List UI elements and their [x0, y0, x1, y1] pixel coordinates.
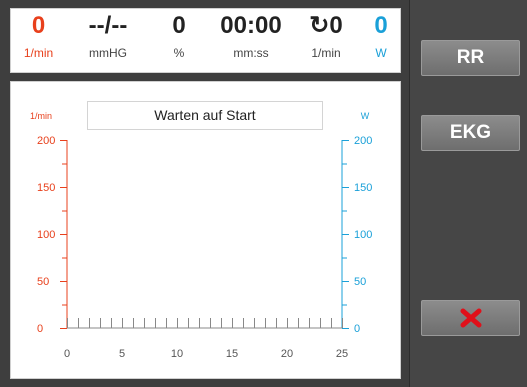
cadence-value: ↻0	[309, 12, 343, 39]
rr-button[interactable]: RR	[421, 40, 520, 76]
left-tick-label: 200	[37, 135, 55, 147]
cadence-stat: ↻0 1/min	[296, 9, 356, 74]
chart-svg: 1/min W 0 50 100 150 200 0 50 100 150 200 0 5 10 15 20…	[30, 111, 372, 360]
red-x-icon	[422, 301, 519, 335]
x-tick-label: 15	[226, 348, 238, 360]
percent-value: 0	[172, 12, 186, 39]
power-stat: 0 W	[363, 9, 399, 74]
percent-stat: 0 %	[154, 9, 204, 74]
ekg-button[interactable]: EKG	[421, 115, 520, 151]
left-tick-label: 150	[37, 182, 55, 194]
chart-panel: Warten auf Start 1/min W 0 50 100 150 200 0 50…	[10, 81, 401, 379]
left-tick-label: 0	[37, 323, 43, 335]
power-unit: W	[375, 46, 387, 60]
blood-pressure-unit: mmHG	[89, 46, 127, 60]
blood-pressure-stat: --/-- mmHG	[69, 9, 147, 74]
right-tick-label: 200	[354, 135, 372, 147]
right-tick-label: 0	[354, 323, 360, 335]
x-tick-label: 5	[119, 348, 125, 360]
duration-stat: 00:00 mm:ss	[211, 9, 291, 74]
left-panel: 0 1/min --/-- mmHG 0 % 00:00 mm:ss ↻0 1/…	[0, 0, 409, 387]
blood-pressure-value: --/--	[88, 12, 128, 39]
percent-unit: %	[173, 46, 185, 60]
left-tick-label: 100	[37, 229, 55, 241]
heart-rate-value: 0	[31, 12, 46, 39]
x-tick-label: 25	[336, 348, 348, 360]
duration-value: 00:00	[220, 12, 282, 39]
heart-rate-stat: 0 1/min	[11, 9, 66, 74]
right-tick-label: 150	[354, 182, 372, 194]
cadence-unit: 1/min	[311, 46, 341, 60]
right-axis-unit: W	[361, 111, 370, 121]
power-value: 0	[374, 12, 388, 39]
right-panel: RR EKG	[409, 0, 527, 387]
x-tick-label: 10	[171, 348, 183, 360]
right-tick-label: 100	[354, 229, 372, 241]
x-tick-label: 20	[281, 348, 293, 360]
right-tick-label: 50	[354, 276, 366, 288]
left-axis-unit: 1/min	[30, 111, 52, 121]
left-tick-label: 50	[37, 276, 49, 288]
x-tick-label: 0	[64, 348, 70, 360]
cancel-button[interactable]	[421, 300, 520, 336]
stats-bar: 0 1/min --/-- mmHG 0 % 00:00 mm:ss ↻0 1/…	[10, 8, 401, 73]
chart-axes: 0 50 100 150 200 0 50 100 150 200 0 5 10 15 20 25	[37, 135, 372, 360]
duration-unit: mm:ss	[233, 46, 269, 60]
heart-rate-unit: 1/min	[23, 46, 54, 60]
